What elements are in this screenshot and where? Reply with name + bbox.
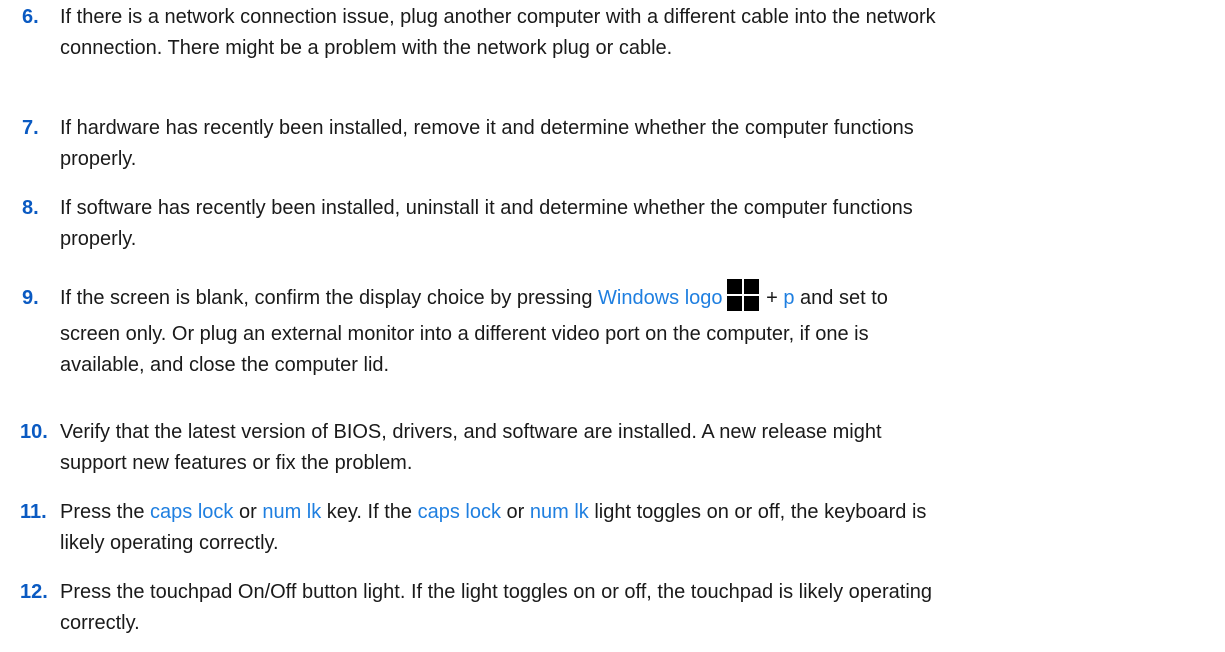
caps-lock-key-label: caps lock xyxy=(417,501,501,523)
step-line: properly. xyxy=(60,228,137,250)
step-text-part: and set to xyxy=(794,287,888,309)
step-text-part: or xyxy=(500,501,530,523)
step-text: If software has recently been installed,… xyxy=(60,193,1210,255)
step-line: connection. There might be a problem wit… xyxy=(60,37,673,59)
p-key-label: p xyxy=(783,287,795,309)
step-line: Press the caps lock or num lk key. If th… xyxy=(60,497,1210,528)
windows-logo-icon xyxy=(726,279,759,311)
step-text: Press the touchpad On/Off button light. … xyxy=(60,577,1210,639)
step-line: If software has recently been installed,… xyxy=(60,197,913,219)
troubleshooting-steps: 6. If there is a network connection issu… xyxy=(0,0,1225,652)
step-line: support new features or fix the problem. xyxy=(60,452,413,474)
num-lk-key-label: num lk xyxy=(262,501,322,523)
step-line: screen only. Or plug an external monitor… xyxy=(60,323,869,345)
step-text: If the screen is blank, confirm the disp… xyxy=(60,279,1210,381)
step-text-part: light toggles on or off, the keyboard is xyxy=(588,501,927,523)
step-text-part: or xyxy=(233,501,263,523)
step-text: If hardware has recently been installed,… xyxy=(60,113,1210,175)
step-line: If hardware has recently been installed,… xyxy=(60,117,914,139)
step-line: available, and close the computer lid. xyxy=(60,354,390,376)
step-number: 7. xyxy=(22,117,39,139)
step-number: 9. xyxy=(22,287,39,309)
step-line: Press the touchpad On/Off button light. … xyxy=(60,581,933,603)
step-text-part: If the screen is blank, confirm the disp… xyxy=(60,287,599,309)
step-line: If the screen is blank, confirm the disp… xyxy=(60,279,1210,314)
step-text: Press the caps lock or num lk key. If th… xyxy=(60,497,1210,559)
step-number: 10. xyxy=(20,421,48,443)
step-line: likely operating correctly. xyxy=(60,532,279,554)
step-line: If there is a network connection issue, … xyxy=(60,6,936,28)
step-line: correctly. xyxy=(60,612,140,634)
step-number: 6. xyxy=(22,6,39,28)
step-line: Verify that the latest version of BIOS, … xyxy=(60,421,882,443)
step-number: 12. xyxy=(20,581,48,603)
step-text-part: key. If the xyxy=(321,501,418,523)
step-number: 11. xyxy=(20,501,47,523)
windows-logo-key-label: Windows logo xyxy=(598,287,723,309)
plus-sign: + xyxy=(760,287,784,309)
caps-lock-key-label: caps lock xyxy=(150,501,234,523)
step-number: 8. xyxy=(22,197,39,219)
step-text: If there is a network connection issue, … xyxy=(60,2,1210,64)
num-lk-key-label: num lk xyxy=(529,501,589,523)
step-line: properly. xyxy=(60,148,137,170)
step-text: Verify that the latest version of BIOS, … xyxy=(60,417,1210,479)
step-text-part: Press the xyxy=(60,501,151,523)
